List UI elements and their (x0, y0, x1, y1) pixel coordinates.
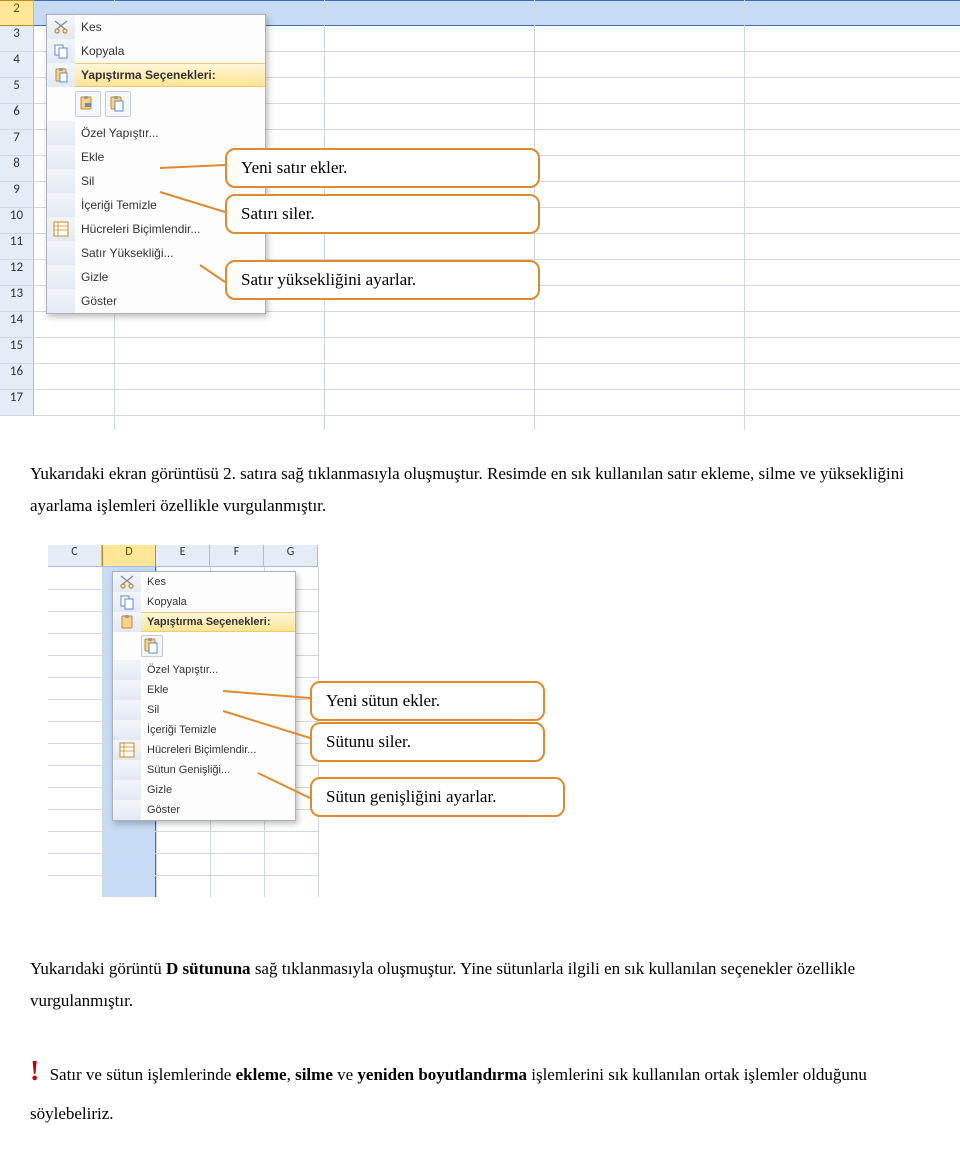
callout-text-delete-col: Sütunu siler. (326, 732, 411, 752)
row-header-2[interactable]: 2 (0, 0, 34, 26)
menu-label-copy: Kopyala (141, 596, 295, 608)
copy-icon (113, 592, 141, 612)
paragraph-summary: ! Satır ve sütun işlemlerinde ekleme, si… (30, 1045, 930, 1130)
callout-insert-row: Yeni satır ekler. (225, 148, 540, 188)
p3-pre: Satır ve sütun işlemlerinde (45, 1065, 235, 1084)
menu-item-format-cells[interactable]: Hücreleri Biçimlendir... (113, 740, 295, 760)
menu-label-paste-header: Yapıştırma Seçenekleri: (75, 68, 265, 82)
paste-options-row (113, 632, 295, 660)
paragraph-column-explanation: Yukarıdaki görüntü D sütununa sağ tıklan… (30, 953, 930, 1018)
menu-item-paste-special[interactable]: Özel Yapıştır... (47, 121, 265, 145)
row-header-11[interactable]: 11 (0, 234, 34, 260)
menu-item-paste-special[interactable]: Özel Yapıştır... (113, 660, 295, 680)
row-header-15[interactable]: 15 (0, 338, 34, 364)
col-header-f[interactable]: F (210, 545, 264, 567)
menu-item-hide[interactable]: Gizle (113, 780, 295, 800)
row-header-16[interactable]: 16 (0, 364, 34, 390)
scissors-icon (47, 15, 75, 39)
row-header-9[interactable]: 9 (0, 182, 34, 208)
menu-item-show[interactable]: Göster (113, 800, 295, 820)
menu-label-clear: İçeriği Temizle (141, 724, 295, 736)
menu-label-insert: Ekle (141, 684, 295, 696)
row-header-6[interactable]: 6 (0, 104, 34, 130)
menu-label-copy: Kopyala (75, 44, 265, 58)
callout-row-height: Satır yüksekliğini ayarlar. (225, 260, 540, 300)
menu-label-show: Göster (141, 804, 295, 816)
column-headers: C D E F G (48, 545, 318, 567)
row-header-5[interactable]: 5 (0, 78, 34, 104)
callout-text-delete: Satırı siler. (241, 204, 315, 224)
menu-item-column-width[interactable]: Sütun Genişliği... (113, 760, 295, 780)
menu-label-width: Sütun Genişliği... (141, 764, 295, 776)
format-cells-icon (47, 217, 75, 241)
column-context-menu: Kes Kopyala Yapıştırma Seçenekleri: Özel… (112, 571, 296, 821)
callout-delete-column: Sütunu siler. (310, 722, 545, 762)
figure-row-context: 2 3 4 5 6 7 8 9 10 11 12 13 14 15 16 17 … (0, 0, 960, 430)
menu-item-cut[interactable]: Kes (113, 572, 295, 592)
menu-label-hide: Gizle (141, 784, 295, 796)
scissors-icon (113, 572, 141, 592)
copy-icon (47, 39, 75, 63)
row-header-8[interactable]: 8 (0, 156, 34, 182)
menu-item-insert[interactable]: Ekle (113, 680, 295, 700)
row-header-13[interactable]: 13 (0, 286, 34, 312)
row-header-4[interactable]: 4 (0, 52, 34, 78)
col-header-e[interactable]: E (156, 545, 210, 567)
menu-label-paste-special: Özel Yapıştır... (141, 664, 295, 676)
paste-option-1[interactable] (75, 91, 101, 117)
menu-item-paste-options[interactable]: Yapıştırma Seçenekleri: (47, 63, 265, 87)
menu-label-cut: Kes (141, 576, 295, 588)
figure-column-context: C D E F G Kes Kopyala (48, 545, 960, 925)
menu-item-clear[interactable]: İçeriği Temizle (113, 720, 295, 740)
menu-label-paste-special: Özel Yapıştır... (75, 126, 265, 140)
row-header-12[interactable]: 12 (0, 260, 34, 286)
callout-text-width: Sütun genişliğini ayarlar. (326, 787, 496, 807)
menu-label-format: Hücreleri Biçimlendir... (141, 744, 295, 756)
format-cells-icon (113, 740, 141, 760)
menu-item-copy[interactable]: Kopyala (113, 592, 295, 612)
callout-column-width: Sütun genişliğini ayarlar. (310, 777, 565, 817)
p2-bold: D sütununa (166, 959, 251, 978)
row-header-14[interactable]: 14 (0, 312, 34, 338)
clipboard-icon (113, 612, 141, 632)
menu-label-paste-header: Yapıştırma Seçenekleri: (141, 616, 295, 628)
menu-label-height: Satır Yüksekliği... (75, 246, 265, 260)
menu-label-cut: Kes (75, 20, 265, 34)
col-header-c[interactable]: C (48, 545, 102, 567)
paragraph-row-explanation: Yukarıdaki ekran görüntüsü 2. satıra sağ… (30, 458, 930, 523)
row-header-17[interactable]: 17 (0, 390, 34, 416)
clipboard-icon (47, 63, 75, 87)
row-headers: 2 3 4 5 6 7 8 9 10 11 12 13 14 15 16 17 (0, 0, 34, 416)
p3-b1: ekleme (236, 1065, 287, 1084)
paste-option-1[interactable] (141, 635, 163, 657)
col-header-d[interactable]: D (102, 545, 156, 567)
row-header-10[interactable]: 10 (0, 208, 34, 234)
callout-text-height: Satır yüksekliğini ayarlar. (241, 270, 416, 290)
row-header-3[interactable]: 3 (0, 26, 34, 52)
row-header-7[interactable]: 7 (0, 130, 34, 156)
paste-option-2[interactable] (105, 91, 131, 117)
callout-text-insert-col: Yeni sütun ekler. (326, 691, 440, 711)
paste-options-row (47, 87, 265, 121)
p3-m2: ve (333, 1065, 358, 1084)
menu-item-delete[interactable]: Sil (113, 700, 295, 720)
menu-label-delete: Sil (141, 704, 295, 716)
callout-insert-column: Yeni sütun ekler. (310, 681, 545, 721)
p3-b3: yeniden boyutlandırma (357, 1065, 527, 1084)
p3-b2: silme (295, 1065, 333, 1084)
menu-item-paste-options[interactable]: Yapıştırma Seçenekleri: (113, 612, 295, 632)
menu-item-copy[interactable]: Kopyala (47, 39, 265, 63)
callout-delete-row: Satırı siler. (225, 194, 540, 234)
menu-item-cut[interactable]: Kes (47, 15, 265, 39)
col-header-g[interactable]: G (264, 545, 318, 567)
p2-pre: Yukarıdaki görüntü (30, 959, 166, 978)
callout-text-insert: Yeni satır ekler. (241, 158, 347, 178)
warning-icon: ! (30, 1056, 39, 1087)
p3-m1: , (287, 1065, 296, 1084)
